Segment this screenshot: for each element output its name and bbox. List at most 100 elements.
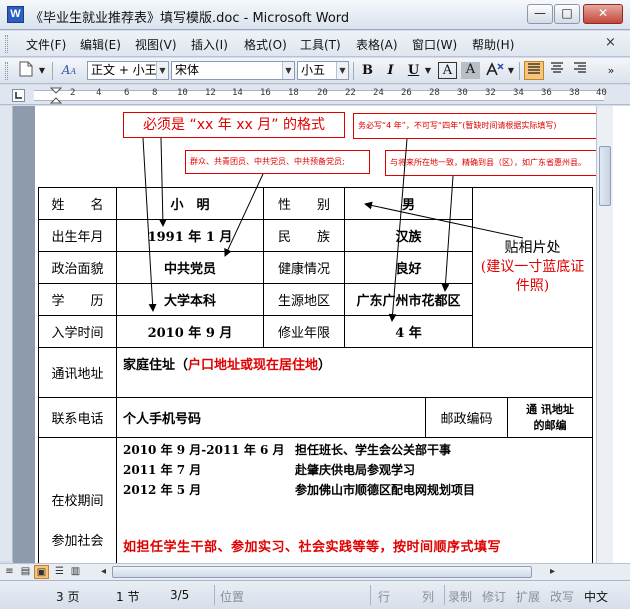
web-view-icon[interactable]: ▤	[18, 565, 33, 579]
horizontal-scrollbar[interactable]: ≡ ▤ ▣ ☰ ▥ ◂ ▸	[0, 563, 630, 580]
font-size-value: 小五	[301, 63, 326, 77]
ruler-number: 12	[205, 88, 216, 98]
chevron-down-icon[interactable]: ▼	[506, 61, 516, 80]
minimize-button[interactable]: —	[527, 4, 553, 24]
ruler-number: 18	[288, 88, 299, 98]
maximize-icon: □	[561, 6, 573, 20]
style-value: 正文 + 小王	[91, 63, 157, 77]
ruler-number: 24	[373, 88, 384, 98]
document-area[interactable]: 必须是 “xx 年 xx 月” 的格式 务必写“4 年”，不可写“四年”(暂缺时…	[13, 106, 596, 563]
close-document-icon[interactable]: ×	[605, 35, 616, 50]
font-size-combo[interactable]: 小五 ▼	[297, 61, 349, 80]
menu-grip-handle[interactable]	[5, 35, 8, 53]
menu-tools[interactable]: 工具(T)	[300, 36, 341, 53]
title-bar: W 《毕业生就业推荐表》填写模版.doc - Microsoft Word — …	[0, 0, 630, 30]
ruler-number: 8	[152, 88, 158, 98]
chevron-down-icon[interactable]: ▼	[36, 61, 48, 80]
status-track-changes[interactable]: 修订	[482, 588, 506, 605]
close-icon: ✕	[597, 6, 609, 20]
minimize-icon: —	[534, 6, 546, 20]
horizontal-scroll-thumb[interactable]	[112, 566, 532, 578]
ruler-number: 14	[232, 88, 243, 98]
word-app-icon[interactable]: W	[7, 6, 24, 23]
ruler-number: 4	[96, 88, 102, 98]
italic-button[interactable]: I	[381, 61, 400, 80]
outline-view-icon[interactable]: ☰	[52, 565, 67, 579]
font-combo[interactable]: 宋体 ▼	[171, 61, 295, 80]
ruler-number: 36	[541, 88, 552, 98]
indent-marker-icon[interactable]	[50, 87, 62, 104]
bold-button[interactable]: B	[358, 61, 377, 80]
menu-help[interactable]: 帮助(H)	[472, 36, 514, 53]
ruler-number: 26	[401, 88, 412, 98]
ruler-number: 30	[457, 88, 468, 98]
chevron-down-icon: ▼	[156, 62, 168, 79]
character-shading-button[interactable]: A	[461, 62, 480, 79]
status-record[interactable]: 录制	[448, 588, 472, 605]
ruler-number: 34	[513, 88, 524, 98]
vertical-ruler[interactable]	[0, 106, 13, 561]
menu-window[interactable]: 窗口(W)	[412, 36, 457, 53]
underline-button[interactable]: U	[404, 61, 423, 80]
ruler-number: 38	[569, 88, 580, 98]
arrow-to-gender	[364, 201, 524, 239]
scroll-left-icon[interactable]: ◂	[96, 565, 111, 579]
menu-file[interactable]: 文件(F)	[26, 36, 66, 53]
toolbar-grip-handle[interactable]	[5, 62, 8, 80]
document-page[interactable]: 必须是 “xx 年 xx 月” 的格式 务必写“4 年”，不可写“四年”(暂缺时…	[35, 106, 596, 563]
style-combo[interactable]: 正文 + 小王 ▼	[87, 61, 169, 80]
menu-view[interactable]: 视图(V)	[135, 36, 177, 53]
scroll-right-icon[interactable]: ▸	[545, 565, 560, 579]
ruler-number: 10	[177, 88, 188, 98]
print-layout-icon[interactable]: ▣	[34, 565, 49, 579]
vertical-scroll-thumb[interactable]	[599, 146, 611, 206]
status-position: 位置	[220, 590, 245, 604]
formatting-toolbar: ▼ AA 正文 + 小王 ▼ 宋体 ▼ 小五 ▼ B I U ▼ A A ▼ »	[0, 58, 630, 84]
styles-and-formatting-icon[interactable]: AA	[57, 61, 81, 80]
arrow-to-birth	[158, 137, 167, 227]
menu-edit[interactable]: 编辑(E)	[80, 36, 121, 53]
align-right-icon[interactable]	[570, 61, 590, 80]
maximize-button[interactable]: □	[554, 4, 580, 24]
phonetic-guide-icon[interactable]	[484, 61, 506, 80]
ruler-number: 6	[124, 88, 130, 98]
status-bar: 3 页 1 节 3/5 位置 行 列 录制 修订 扩展 改写 中文	[0, 580, 630, 609]
window-title: 《毕业生就业推荐表》填写模版.doc - Microsoft Word	[30, 11, 350, 26]
tab-selector-icon[interactable]	[12, 89, 25, 102]
toolbar-separator	[52, 62, 53, 80]
ruler-number: 16	[260, 88, 271, 98]
arrow-to-years	[388, 138, 408, 322]
status-divider	[444, 585, 445, 605]
chevron-down-icon: ▼	[336, 62, 348, 79]
status-language[interactable]: 中文	[584, 588, 608, 605]
align-center-icon[interactable]	[547, 61, 567, 80]
menu-insert[interactable]: 插入(I)	[191, 36, 228, 53]
font-value: 宋体	[175, 63, 200, 77]
menu-format[interactable]: 格式(O)	[244, 36, 287, 53]
reading-view-icon[interactable]: ▥	[68, 565, 83, 579]
status-line: 行	[378, 590, 391, 604]
close-button[interactable]: ✕	[583, 4, 623, 24]
normal-view-icon[interactable]: ≡	[2, 565, 17, 579]
status-section: 1 节	[116, 590, 140, 604]
ruler-number: 20	[317, 88, 328, 98]
align-justify-icon[interactable]	[524, 61, 544, 80]
status-page: 3 页	[56, 590, 80, 604]
arrow-to-enroll	[142, 137, 157, 312]
annotation-arrows	[142, 137, 524, 322]
character-border-button[interactable]: A	[438, 62, 457, 79]
horizontal-ruler[interactable]: 2 4 6 8 10 12 14 16 18 20 22 24 26 28 30…	[0, 85, 630, 105]
status-page-count: 3/5	[170, 588, 190, 602]
toolbar-options-icon[interactable]: »	[604, 61, 618, 80]
ruler-number: 32	[485, 88, 496, 98]
menu-table[interactable]: 表格(A)	[356, 36, 398, 53]
ruler-number: 28	[429, 88, 440, 98]
chevron-down-icon[interactable]: ▼	[423, 61, 433, 80]
toolbar-separator	[519, 62, 520, 80]
status-extend[interactable]: 扩展	[516, 588, 540, 605]
chevron-down-icon: ▼	[282, 62, 294, 79]
vertical-scrollbar[interactable]	[596, 106, 613, 563]
new-document-icon[interactable]	[17, 61, 35, 80]
status-overtype[interactable]: 改写	[550, 588, 574, 605]
status-divider	[214, 585, 215, 605]
